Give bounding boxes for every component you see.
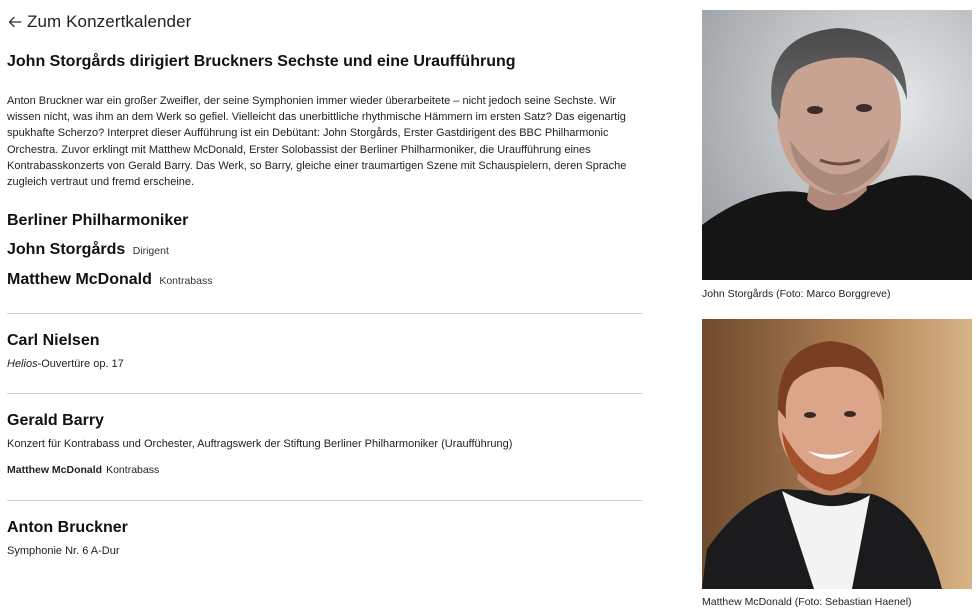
artist-name: John Storgårds [7, 241, 126, 258]
back-to-calendar-link[interactable]: Zum Konzertkalender [7, 11, 191, 33]
back-link-label: Zum Konzertkalender [27, 12, 192, 31]
artist-row: John Storgårds Dirigent [7, 241, 169, 259]
performer-name: Matthew McDonald [7, 464, 103, 476]
composer-name: Carl Nielsen [7, 332, 100, 349]
artist-name: Matthew McDonald [7, 271, 152, 288]
work-title: Konzert für Kontrabass und Orchester, Au… [7, 438, 513, 450]
bassist-photo [702, 319, 972, 589]
arrow-left-icon [8, 16, 22, 28]
photo-caption: Matthew McDonald (Foto: Sebastian Haenel… [702, 596, 912, 608]
divider [7, 313, 642, 314]
artist-role: Dirigent [132, 245, 169, 257]
photo-caption: John Storgårds (Foto: Marco Borggreve) [702, 288, 891, 300]
work-performer: Matthew McDonald Kontrabass [7, 464, 159, 476]
work-title: Helios-Ouvertüre op. 17 [7, 358, 124, 370]
bassist-portrait-image [702, 319, 972, 589]
divider [7, 500, 642, 501]
artist-role: Kontrabass [159, 275, 213, 287]
work-title-rest: -Ouvertüre op. 17 [37, 358, 124, 370]
divider [7, 393, 642, 394]
artist-row: Matthew McDonald Kontrabass [7, 271, 212, 289]
composer-name: Gerald Barry [7, 412, 104, 429]
work-title: Symphonie Nr. 6 A-Dur [7, 545, 120, 557]
performer-role: Kontrabass [106, 464, 160, 476]
intro-text: Anton Bruckner war ein großer Zweifler, … [7, 95, 627, 189]
composer-name: Anton Bruckner [7, 519, 128, 536]
page-title: John Storgårds dirigiert Bruckners Sechs… [7, 53, 516, 70]
ensemble-name: Berliner Philharmoniker [7, 212, 189, 229]
work-title-italic: Helios [7, 358, 38, 370]
conductor-photo [702, 10, 972, 280]
conductor-portrait-image [702, 10, 972, 280]
